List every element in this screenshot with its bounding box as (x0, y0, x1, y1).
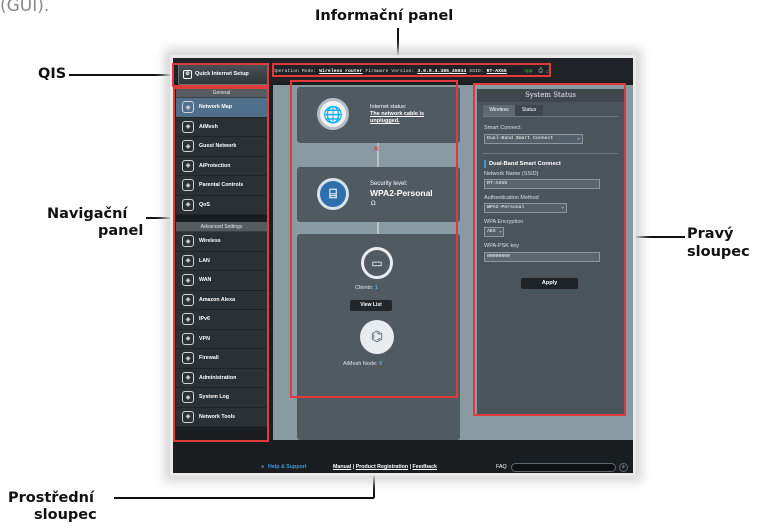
search-icon[interactable]: ⌕ (619, 463, 628, 472)
annotation-right-line2: sloupec (687, 244, 750, 260)
highlight-qis (172, 63, 269, 87)
highlight-info-panel (272, 63, 551, 77)
annotation-info-panel: Informační panel (315, 8, 454, 24)
annotation-line (69, 74, 173, 76)
footer-separator: | (409, 464, 412, 470)
highlight-nav-panel (173, 87, 269, 442)
footer: ● Help & Support Manual | Product Regist… (173, 462, 633, 473)
footer-links: Manual | Product Registration | Feedback (333, 464, 437, 470)
annotation-line (146, 217, 173, 219)
footer-separator: | (352, 464, 355, 470)
help-icon: ● (261, 464, 265, 470)
faq-search-input[interactable] (511, 463, 616, 472)
highlight-middle-column (290, 80, 458, 398)
manual-link[interactable]: Manual (333, 464, 351, 470)
annotation-nav-line1: Navigační (47, 206, 128, 222)
annotation-middle-line1: Prostřední (8, 490, 94, 506)
annotation-qis: QIS (38, 66, 67, 82)
annotation-line (114, 497, 374, 499)
product-registration-link[interactable]: Product Registration (356, 464, 408, 470)
annotation-middle-line2: sloupec (34, 507, 97, 523)
annotation-right-line1: Pravý (687, 226, 734, 242)
top-text-fragment: (GUI). (0, 0, 50, 16)
manual-page: (GUI). Informační panel QIS Navigační pa… (0, 0, 765, 529)
faq-label: FAQ (496, 464, 507, 470)
feedback-link[interactable]: Feedback (413, 464, 437, 470)
highlight-right-column (473, 83, 626, 416)
help-support-label: Help & Support (268, 464, 307, 470)
annotation-nav-line2: panel (98, 223, 144, 239)
